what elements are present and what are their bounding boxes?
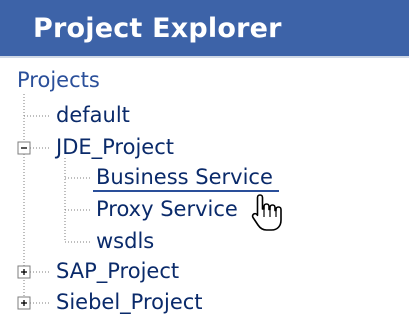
tree-root-projects[interactable]: Projects <box>17 67 100 93</box>
project-explorer-panel: Project Explorer Projects default JDE_Pr… <box>0 0 409 328</box>
tree-item-sap-project[interactable]: SAP_Project <box>56 258 179 284</box>
tree-item-wsdls[interactable]: wsdls <box>96 228 154 254</box>
tree-item-jde-project[interactable]: JDE_Project <box>56 134 174 160</box>
plus-box-icon[interactable] <box>17 265 31 279</box>
panel-header: Project Explorer <box>0 0 409 58</box>
tree-item-default[interactable]: default <box>56 102 130 128</box>
hand-pointer-icon <box>251 194 282 231</box>
minus-box-icon[interactable] <box>17 141 31 155</box>
tree-item-proxy-service[interactable]: Proxy Service <box>96 196 238 222</box>
tree-item-siebel-project[interactable]: Siebel_Project <box>56 289 203 315</box>
panel-title: Project Explorer <box>33 13 282 44</box>
tree-item-business-service[interactable]: Business Service <box>93 164 279 192</box>
tree-connector-lines <box>17 94 91 310</box>
plus-box-icon[interactable] <box>17 296 31 310</box>
project-tree: Projects default JDE_Project Business Se… <box>0 58 409 328</box>
